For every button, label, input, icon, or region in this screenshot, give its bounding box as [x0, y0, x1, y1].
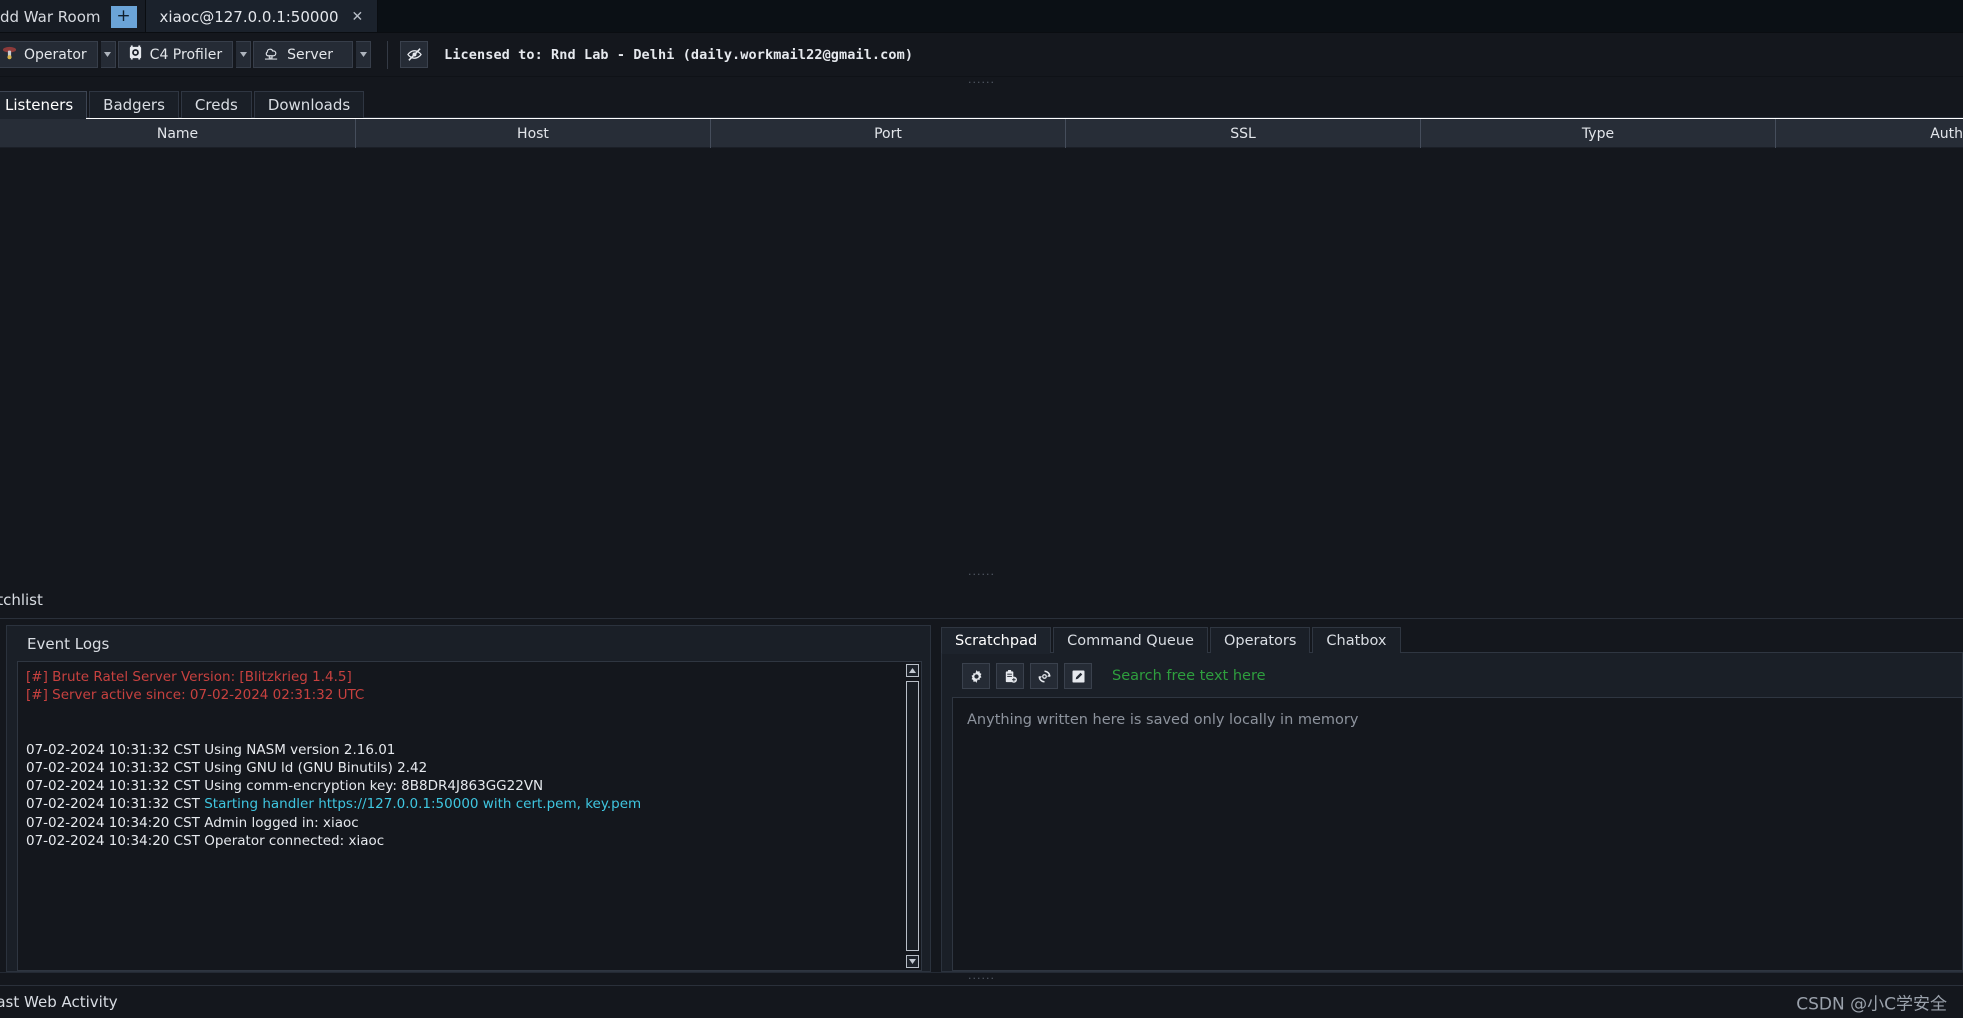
log-line: [#] Server active since: 07-02-2024 02:3… [26, 687, 365, 704]
c4-profiler-icon [128, 45, 143, 64]
license-text: Licensed to: Rnd Lab - Delhi (daily.work… [444, 46, 914, 63]
log-spacer [26, 723, 898, 741]
scratchpad-tab-strip: Scratchpad Command Queue Operators Chatb… [941, 625, 1963, 654]
tab-scratchpad[interactable]: Scratchpad [941, 627, 1052, 654]
eye-slash-icon[interactable] [400, 41, 429, 68]
splitter-grip-icon: ······ [968, 568, 995, 581]
scratchpad-textarea[interactable]: Anything written here is saved only loca… [952, 697, 1962, 971]
scratchpad-panel: Scratchpad Command Queue Operators Chatb… [941, 625, 1963, 972]
server-dropdown[interactable]: Server [253, 41, 372, 68]
event-logs-body: [#] Brute Ratel Server Version: [Blitzkr… [17, 661, 922, 971]
scratchpad-body: Search free text here Anything written h… [941, 653, 1963, 972]
operator-icon [2, 45, 17, 64]
c4-profiler-dropdown-label: C4 Profiler [149, 46, 223, 63]
scroll-down-icon[interactable] [906, 955, 919, 968]
listeners-table: Name Host Port SSL Type Auth [0, 119, 1963, 569]
tab-downloads-label: Downloads [267, 96, 351, 114]
server-dropdown-main[interactable]: Server [253, 41, 354, 68]
tab-chatbox[interactable]: Chatbox [1312, 627, 1401, 653]
tab-command-queue[interactable]: Command Queue [1053, 627, 1208, 653]
operator-dropdown[interactable]: Operator [0, 41, 116, 68]
edit-pencil-icon[interactable] [1064, 663, 1092, 689]
tab-operators[interactable]: Operators [1209, 627, 1311, 653]
c4-profiler-dropdown-main[interactable]: C4 Profiler [117, 41, 234, 68]
chevron-down-icon[interactable] [356, 41, 372, 68]
tab-listeners[interactable]: Listeners [0, 91, 88, 119]
listeners-panel: Listeners Badgers Creds Downloads Name H… [0, 89, 1963, 569]
session-tab[interactable]: xiaoc@127.0.0.1:50000 ✕ [144, 0, 379, 33]
listeners-table-header: Name Host Port SSL Type Auth [0, 119, 1963, 148]
tab-downloads[interactable]: Downloads [253, 91, 365, 118]
scratchpad-placeholder: Anything written here is saved only loca… [967, 712, 1359, 728]
brute-ratel-window: dd War Room + xiaoc@127.0.0.1:50000 ✕ Op… [0, 0, 1963, 1018]
server-dropdown-label: Server [287, 46, 334, 63]
c4-profiler-dropdown[interactable]: C4 Profiler [117, 41, 252, 68]
operator-dropdown-label: Operator [24, 46, 87, 63]
top-splitter[interactable]: ······ [0, 77, 1963, 89]
session-tab-label: xiaoc@127.0.0.1:50000 [159, 7, 339, 26]
chevron-down-icon[interactable] [236, 41, 252, 68]
last-web-activity-label: Last Web Activity [0, 993, 118, 1011]
log-line: 07-02-2024 10:31:32 CST Using comm-encry… [26, 778, 544, 795]
server-cloud-icon [263, 45, 280, 64]
tab-operators-label: Operators [1223, 632, 1297, 649]
search-free-text-label[interactable]: Search free text here [1112, 668, 1266, 684]
tab-listeners-label: Listeners [5, 96, 74, 114]
log-line: 07-02-2024 10:34:20 CST Admin logged in:… [26, 814, 359, 831]
bottom-splitter[interactable]: ······ [0, 972, 1963, 985]
last-web-activity-bar: Last Web Activity CSDN @小C学安全 [0, 985, 1963, 1018]
log-link[interactable]: Starting handler https://127.0.0.1:50000… [204, 796, 641, 812]
add-war-room-tab[interactable]: dd War Room + [0, 0, 145, 33]
log-line: 07-02-2024 10:31:32 CST Using GNU ld (GN… [26, 759, 428, 776]
tab-creds-label: Creds [194, 96, 238, 114]
middle-splitter[interactable]: ······ [0, 569, 1963, 581]
column-header-auth[interactable]: Auth [1776, 119, 1963, 148]
bottom-area: Event Logs [#] Brute Ratel Server Versio… [0, 619, 1963, 972]
scrollbar-track[interactable] [906, 681, 919, 951]
column-header-ssl[interactable]: SSL [1066, 119, 1421, 148]
add-war-room-label: dd War Room [0, 7, 101, 26]
column-header-host[interactable]: Host [356, 119, 711, 148]
listeners-table-body [0, 148, 1963, 569]
chevron-down-icon[interactable] [100, 41, 116, 68]
event-logs-text[interactable]: [#] Brute Ratel Server Version: [Blitzkr… [18, 662, 904, 970]
watermark-label: CSDN @小C学安全 [1796, 994, 1947, 1015]
log-spacer [26, 705, 898, 723]
column-header-port[interactable]: Port [711, 119, 1066, 148]
log-line: 07-02-2024 10:31:32 CST Starting handler… [26, 795, 898, 813]
tab-scratchpad-label: Scratchpad [955, 632, 1038, 649]
close-icon[interactable]: ✕ [352, 10, 364, 24]
scrollbar-thumb[interactable] [906, 681, 919, 951]
tab-badgers[interactable]: Badgers [89, 91, 179, 118]
splitter-grip-icon: ······ [968, 76, 995, 89]
log-line: 07-02-2024 10:31:32 CST Using NASM versi… [26, 741, 396, 758]
add-war-room-plus-button[interactable]: + [110, 5, 137, 28]
scroll-up-icon[interactable] [906, 664, 919, 677]
operator-dropdown-main[interactable]: Operator [0, 41, 98, 68]
log-timestamp: 07-02-2024 10:31:32 CST [26, 796, 205, 813]
scratchpad-toolbar: Search free text here [942, 653, 1962, 697]
tab-chatbox-label: Chatbox [1326, 632, 1387, 649]
toolbar-divider [387, 40, 389, 69]
event-logs-panel: Event Logs [#] Brute Ratel Server Versio… [6, 625, 931, 972]
main-tab-strip: Listeners Badgers Creds Downloads [0, 89, 1963, 119]
gear-icon[interactable] [962, 663, 990, 689]
clipboard-add-icon[interactable] [996, 663, 1024, 689]
event-logs-title: Event Logs [27, 635, 110, 653]
splitter-grip-icon: ······ [968, 972, 995, 985]
log-line: 07-02-2024 10:34:20 CST Operator connect… [26, 833, 385, 850]
event-logs-scrollbar[interactable] [904, 662, 921, 970]
tab-creds[interactable]: Creds [180, 91, 252, 118]
main-toolbar: Operator C4 Profiler Server Licensed to:… [0, 33, 1963, 77]
window-tab-bar: dd War Room + xiaoc@127.0.0.1:50000 ✕ [0, 0, 1963, 33]
tab-bar-filler [378, 0, 1963, 33]
watchlist-label: atchlist [0, 590, 43, 609]
tab-command-queue-label: Command Queue [1067, 632, 1194, 649]
log-line: [#] Brute Ratel Server Version: [Blitzkr… [26, 669, 352, 685]
column-header-name[interactable]: Name [0, 119, 356, 148]
watchlist-bar: atchlist [0, 581, 1963, 619]
column-header-type[interactable]: Type [1421, 119, 1776, 148]
sync-icon[interactable] [1030, 663, 1058, 689]
tab-badgers-label: Badgers [103, 96, 165, 114]
